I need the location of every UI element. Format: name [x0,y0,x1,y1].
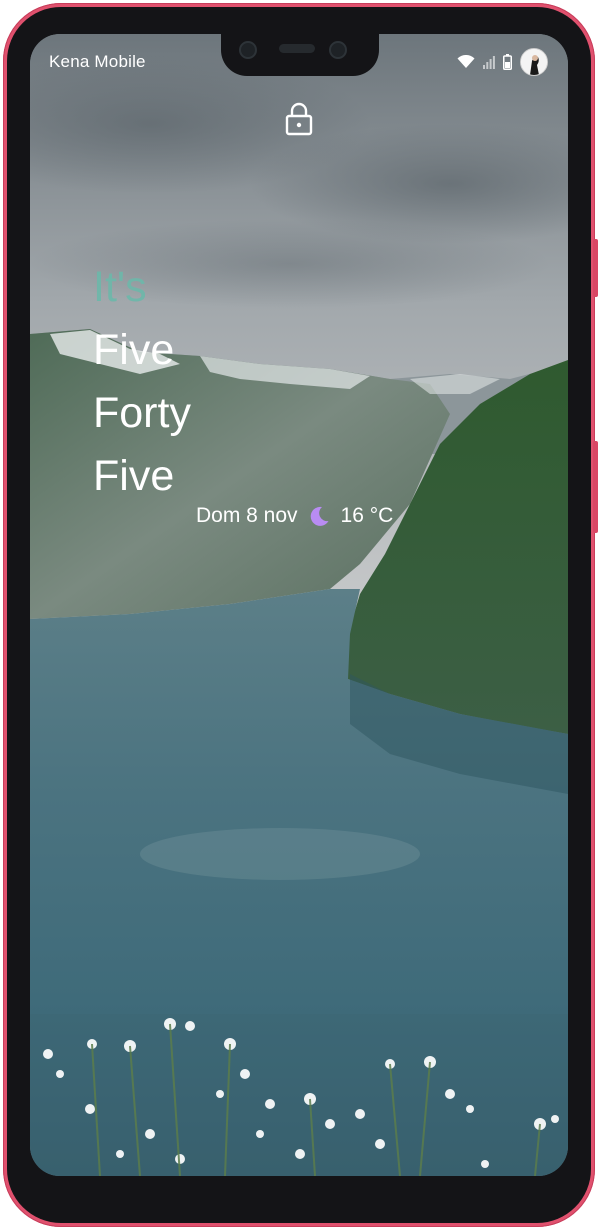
signal-icon [483,55,495,69]
clock-word-units: Five [93,452,175,500]
temperature-label: 16 °C [340,504,394,527]
avatar[interactable] [520,48,548,76]
wallpaper [30,34,568,1176]
earpiece-speaker [279,44,315,53]
front-sensor [329,41,347,59]
clock-word-its: It's [93,263,147,311]
clock-word-tens: Forty [93,389,191,437]
battery-icon [503,54,512,70]
clock-word-hour: Five [93,326,175,374]
lock-screen[interactable]: Kena Mobile It's Five Forty Five Dom 8 n… [30,34,568,1176]
carrier-label: Kena Mobile [49,52,146,71]
date-label: Dom 8 nov [196,504,298,527]
volume-button [593,239,598,297]
lock-icon[interactable] [285,102,313,141]
power-button [593,441,598,533]
camera-notch [221,34,379,76]
front-camera [239,41,257,59]
bottom-bezel [30,1176,568,1216]
moon-icon [308,505,330,527]
wifi-icon [457,55,475,69]
date-weather: Dom 8 nov 16 °C [196,504,393,528]
word-clock: It's Five Forty Five [93,256,191,508]
status-icons [457,48,548,76]
